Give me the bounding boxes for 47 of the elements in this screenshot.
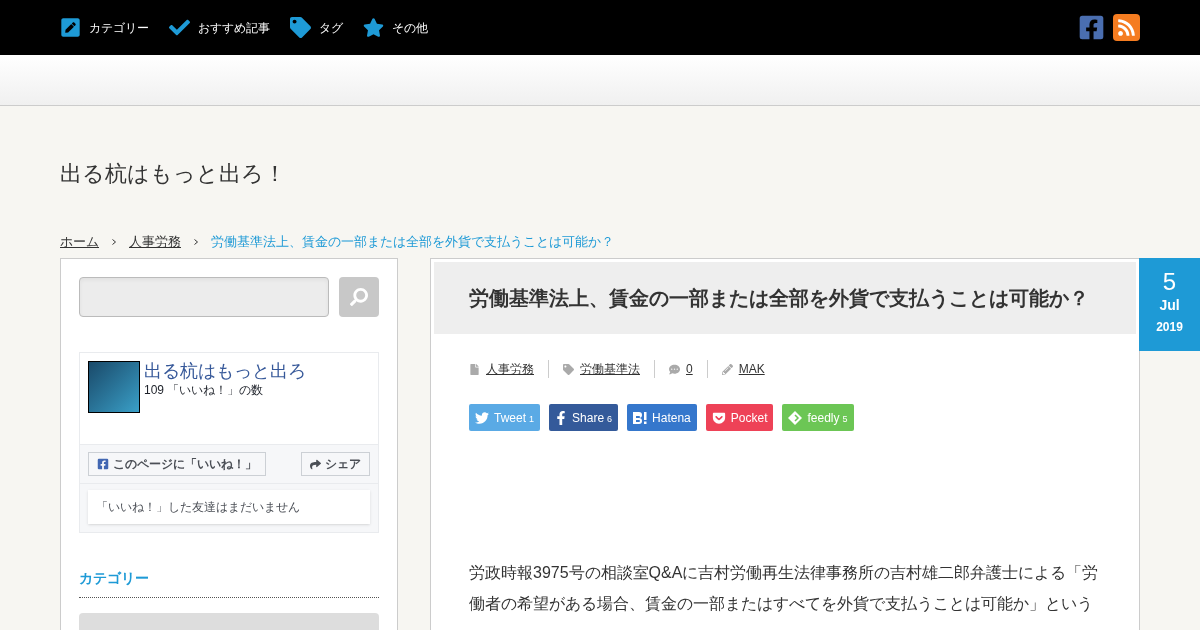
share-arrow-icon: [310, 458, 321, 470]
facebook-icon: [97, 458, 109, 470]
article-title: 労働基準法上、賃金の一部または全部を外貨で支払うことは可能か？: [434, 262, 1136, 334]
social-share-button[interactable]: Hatena: [627, 404, 697, 431]
tag-icon: [290, 17, 311, 38]
pencil-icon: [721, 363, 733, 375]
meta-link[interactable]: 人事労務: [486, 360, 534, 378]
chevron-icon: [194, 239, 198, 245]
share-button[interactable]: シェア: [301, 452, 370, 476]
friends-note: 「いいね！」した友達はまだいません: [88, 490, 370, 524]
tag-icon: [563, 363, 574, 375]
facebook-icon[interactable]: [1078, 14, 1105, 41]
chevron-icon: [112, 239, 116, 245]
pocket-icon: [711, 410, 726, 425]
rss-icon[interactable]: [1113, 14, 1140, 41]
search-icon: [350, 288, 368, 306]
diamond-icon: [788, 410, 803, 425]
nav-link[interactable]: その他: [363, 17, 428, 38]
f-letter-icon: [555, 410, 568, 425]
search-field[interactable]: [79, 277, 329, 317]
breadcrumb-link[interactable]: ホーム: [60, 232, 99, 252]
site-title: 出る杭はもっと出ろ！: [60, 160, 287, 188]
bird-icon: [475, 410, 489, 425]
date-month: Jul: [1159, 296, 1180, 314]
document-icon: [469, 363, 480, 375]
meta-link[interactable]: 0: [686, 360, 693, 378]
date-year: 2019: [1156, 319, 1183, 336]
b-mark-icon: [633, 411, 648, 424]
meta-link[interactable]: MAK: [738, 360, 765, 378]
social-share-button[interactable]: Share 6: [549, 404, 619, 431]
nav-link[interactable]: タグ: [290, 17, 343, 38]
current-page-title: 労働基準法上、賃金の一部または全部を外貨で支払うことは可能か？: [211, 233, 614, 252]
checkmark-icon: [169, 17, 190, 38]
profile-picture: [88, 361, 140, 413]
page-name[interactable]: 出る杭はもっと出ろ: [144, 361, 306, 381]
nav-link[interactable]: おすすめ記事: [169, 17, 270, 38]
like-count: 109 「いいね！」の数: [144, 382, 265, 399]
date-day: 5: [1162, 268, 1177, 296]
speech-bubble-icon: [669, 363, 680, 375]
meta-link[interactable]: 労働基準法: [580, 360, 640, 378]
section-heading: カテゴリー: [79, 568, 379, 598]
nav-link[interactable]: カテゴリー: [60, 17, 149, 38]
breadcrumb-link[interactable]: 人事労務: [129, 232, 181, 252]
like-page-button[interactable]: このページに「いいね！」: [88, 452, 266, 476]
article-body: 労政時報3975号の相談室Q&Aに吉村労働再生法律事務所の吉村雄二郎弁護士による「労働者の希望がある場合、賃金の一部またはすべてを外貨で支払うことは可能か」という: [468, 563, 1100, 614]
star-icon: [363, 17, 384, 38]
social-share-button[interactable]: Pocket: [705, 404, 774, 431]
